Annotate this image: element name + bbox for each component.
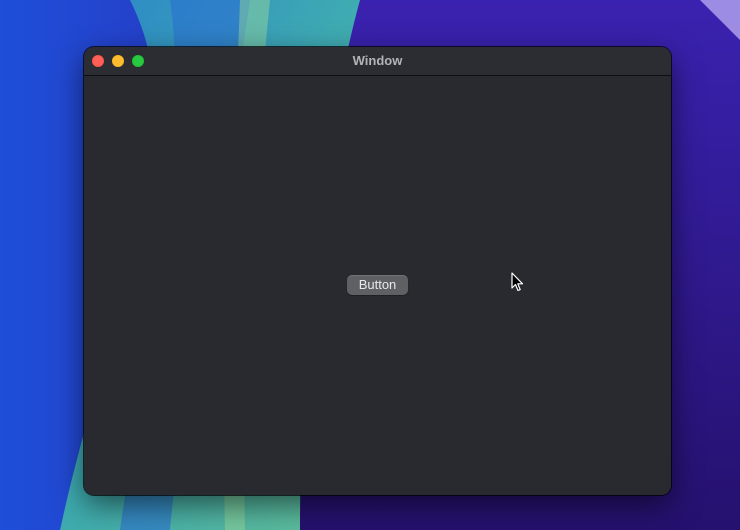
main-button[interactable]: Button: [347, 275, 408, 295]
window-content: Button: [84, 76, 671, 495]
app-window: Window Button: [84, 47, 671, 495]
window-titlebar[interactable]: Window: [84, 47, 671, 76]
window-title: Window: [352, 53, 403, 68]
